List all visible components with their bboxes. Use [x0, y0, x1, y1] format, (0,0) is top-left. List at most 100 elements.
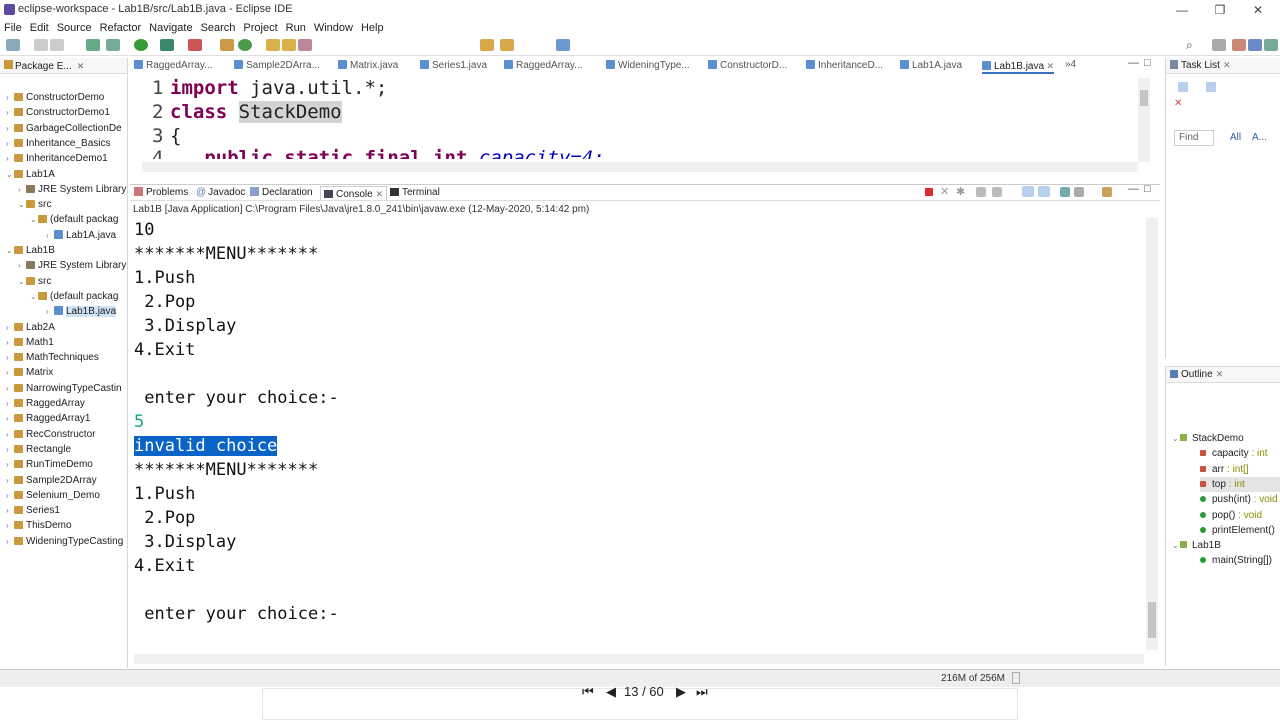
editor-tab[interactable]: Matrix.java: [338, 58, 398, 74]
close-outline-icon[interactable]: ✕: [1216, 369, 1224, 379]
tree-item[interactable]: › JRE System Library: [18, 182, 128, 197]
menu-source[interactable]: Source: [53, 20, 96, 36]
next-page-icon[interactable]: ▶: [676, 684, 686, 700]
expand-arrow-icon[interactable]: ›: [6, 151, 14, 166]
expand-arrow-icon[interactable]: ›: [6, 488, 14, 503]
package-explorer-title[interactable]: Package E...: [15, 61, 72, 72]
tree-item[interactable]: › MathTechniques: [6, 350, 128, 365]
open-perspective-icon[interactable]: [1212, 39, 1226, 51]
menu-run[interactable]: Run: [282, 20, 310, 36]
expand-arrow-icon[interactable]: ›: [6, 396, 14, 411]
close-button[interactable]: ✕: [1238, 0, 1278, 20]
collapse-arrow-icon[interactable]: ⌄: [1172, 538, 1180, 553]
java-perspective-icon[interactable]: [1248, 39, 1262, 51]
tree-item[interactable]: › Math1: [6, 335, 128, 350]
display-console-icon[interactable]: [1074, 187, 1084, 197]
tab-declaration[interactable]: Declaration: [250, 186, 313, 200]
tab-problems[interactable]: Problems: [134, 186, 188, 200]
gc-trash-icon[interactable]: [1012, 672, 1020, 684]
close-console-icon[interactable]: ✕: [375, 189, 383, 199]
expand-arrow-icon[interactable]: ›: [6, 411, 14, 426]
outline-item[interactable]: printElement(): [1200, 523, 1280, 538]
expand-arrow-icon[interactable]: ›: [46, 228, 54, 243]
editor-tab[interactable]: ConstructorD...: [708, 58, 787, 74]
expand-arrow-icon[interactable]: ›: [6, 534, 14, 549]
expand-arrow-icon[interactable]: ›: [6, 320, 14, 335]
close-task-list-icon[interactable]: ✕: [1223, 60, 1231, 70]
maximize-button[interactable]: ❐: [1200, 0, 1240, 20]
tree-item[interactable]: › RaggedArray: [6, 396, 128, 411]
expand-arrow-icon[interactable]: ›: [6, 121, 14, 136]
expand-arrow-icon[interactable]: ›: [6, 365, 14, 380]
open-type-icon[interactable]: [266, 39, 280, 51]
categorize-icon[interactable]: [1206, 82, 1216, 92]
tree-item[interactable]: › ConstructorDemo: [6, 90, 128, 105]
tree-item[interactable]: › ThisDemo: [6, 518, 128, 533]
activate-link[interactable]: A...: [1252, 132, 1267, 143]
editor-tab[interactable]: WideningType...: [606, 58, 690, 74]
tree-item[interactable]: ⌄ src: [18, 274, 128, 289]
tree-item[interactable]: › Lab1A.java: [46, 228, 128, 243]
coverage-icon[interactable]: [160, 39, 174, 51]
save-all-icon[interactable]: [50, 39, 64, 51]
code-editor[interactable]: 1 import java.util.*; 2 class StackDemo 3{…: [130, 74, 1160, 174]
open-folder-icon[interactable]: [282, 39, 296, 51]
collapse-arrow-icon[interactable]: ⌄: [6, 243, 14, 258]
new-task-icon[interactable]: [1178, 82, 1188, 92]
tree-item[interactable]: ⌄ Lab1B: [6, 243, 128, 258]
editor-tab[interactable]: RaggedArray...: [134, 58, 213, 74]
outline-item[interactable]: push(int) : void: [1200, 492, 1280, 507]
editor-hscrollbar[interactable]: [142, 162, 1138, 172]
expand-arrow-icon[interactable]: ›: [6, 350, 14, 365]
tree-item[interactable]: › ConstructorDemo1: [6, 105, 128, 120]
editor-scroll-thumb[interactable]: [1140, 90, 1148, 106]
heap-status[interactable]: 216M of 256M: [928, 672, 1018, 685]
tree-item[interactable]: › GarbageCollectionDe: [6, 121, 128, 136]
tab-javadoc[interactable]: @ Javadoc: [196, 186, 245, 200]
menu-navigate[interactable]: Navigate: [145, 20, 196, 36]
collapse-arrow-icon[interactable]: ⌄: [6, 167, 14, 182]
remove-launch-icon[interactable]: ✕: [940, 185, 949, 198]
terminal-icon[interactable]: [86, 39, 100, 51]
forward-icon[interactable]: [500, 39, 514, 51]
menu-file[interactable]: File: [0, 20, 26, 36]
tab-terminal[interactable]: Terminal: [390, 186, 440, 200]
scroll-lock-icon[interactable]: [992, 187, 1002, 197]
collapse-arrow-icon[interactable]: ⌄: [1172, 431, 1180, 446]
editor-overflow-tab[interactable]: »4: [1065, 59, 1076, 70]
expand-arrow-icon[interactable]: ›: [6, 381, 14, 396]
expand-arrow-icon[interactable]: ›: [6, 427, 14, 442]
outline-item[interactable]: capacity : int: [1200, 446, 1280, 461]
tree-item[interactable]: › Series1: [6, 503, 128, 518]
expand-arrow-icon[interactable]: ›: [6, 457, 14, 472]
tree-item[interactable]: › RaggedArray1: [6, 411, 128, 426]
menu-search[interactable]: Search: [197, 20, 240, 36]
close-tab-icon[interactable]: ✕: [1044, 61, 1055, 71]
expand-arrow-icon[interactable]: ›: [6, 105, 14, 120]
show-on-output-icon[interactable]: [1022, 186, 1034, 197]
outline-title[interactable]: Outline: [1181, 369, 1213, 380]
collapse-arrow-icon[interactable]: ⌄: [30, 212, 38, 227]
tree-item[interactable]: › Rectangle: [6, 442, 128, 457]
tree-item[interactable]: › Sample2DArray: [6, 473, 128, 488]
task-list-title[interactable]: Task List: [1181, 60, 1220, 71]
outline-item[interactable]: pop() : void: [1200, 508, 1280, 523]
console-hscrollbar[interactable]: [134, 654, 1144, 664]
outline-item[interactable]: main(String[]): [1200, 553, 1280, 568]
back-icon[interactable]: [480, 39, 494, 51]
search-icon[interactable]: ⌕: [1186, 38, 1193, 53]
all-link[interactable]: All: [1230, 132, 1241, 143]
tree-item[interactable]: › JRE System Library: [18, 258, 128, 273]
remove-all-icon[interactable]: ✱: [956, 185, 965, 198]
maximize-console-icon[interactable]: □: [1144, 183, 1151, 195]
tree-item[interactable]: ⌄ (default packag: [30, 289, 128, 304]
expand-arrow-icon[interactable]: ›: [6, 136, 14, 151]
tree-item[interactable]: › RunTimeDemo: [6, 457, 128, 472]
delete-task-icon[interactable]: ✕: [1174, 98, 1182, 109]
expand-arrow-icon[interactable]: ›: [6, 442, 14, 457]
pin-console-icon[interactable]: [1060, 187, 1070, 197]
editor-tab[interactable]: Lab1A.java: [900, 58, 962, 74]
menu-help[interactable]: Help: [357, 20, 388, 36]
tree-item[interactable]: › NarrowingTypeCastin: [6, 381, 128, 396]
tree-item[interactable]: › Matrix: [6, 365, 128, 380]
